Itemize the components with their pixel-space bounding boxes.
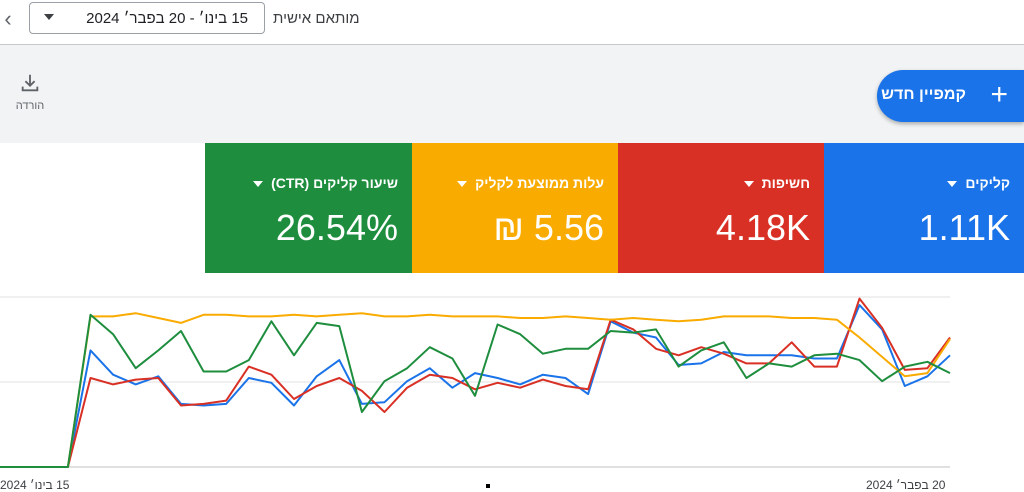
metric-label: שיעור קליקים (CTR) <box>271 175 398 191</box>
metric-cards: שיעור קליקים (CTR) 26.54% עלות ממוצעת לק… <box>205 143 1024 273</box>
date-range-dropdown[interactable]: 15 בינו׳ - 20 בפבר׳ 2024 <box>29 2 265 34</box>
metric-card-ctr[interactable]: שיעור קליקים (CTR) 26.54% <box>205 143 412 273</box>
series-line-0 <box>0 304 951 468</box>
new-campaign-label: קמפיין חדש <box>881 86 966 103</box>
metric-title[interactable]: עלות ממוצעת לקליק <box>457 175 604 191</box>
metric-value: 26.54% <box>275 207 398 248</box>
dropdown-caret-icon <box>947 181 958 188</box>
chevron-left-icon[interactable]: ‹ <box>0 6 16 32</box>
download-label: הורדה <box>15 100 45 112</box>
date-range-label: מותאם אישית <box>273 10 360 27</box>
new-campaign-button[interactable]: + קמפיין חדש <box>877 70 1024 122</box>
cursor-dot <box>486 484 490 488</box>
metric-label: עלות ממוצעת לקליק <box>475 175 604 191</box>
dropdown-caret-icon <box>457 181 468 188</box>
metric-value: 1.11K <box>918 207 1010 248</box>
performance-chart <box>0 296 951 468</box>
metric-card-clicks[interactable]: קליקים 1.11K <box>824 143 1024 273</box>
metric-card-impressions[interactable]: חשיפות 4.18K <box>618 143 824 273</box>
metric-label: קליקים <box>965 175 1010 191</box>
date-range-value: 15 בינו׳ - 20 בפבר׳ 2024 <box>86 10 248 27</box>
dropdown-caret-icon <box>253 181 264 188</box>
dropdown-caret-icon <box>743 181 754 188</box>
caret-down-icon <box>44 14 54 20</box>
download-icon <box>21 74 39 92</box>
download-button[interactable]: הורדה <box>8 72 52 112</box>
metric-value: 5.56 ₪ <box>493 207 604 248</box>
metric-title[interactable]: קליקים <box>947 175 1010 191</box>
metric-value: 4.18K <box>715 207 810 248</box>
series-layer <box>0 297 951 468</box>
top-bar: ‹ 15 בינו׳ - 20 בפבר׳ 2024 מותאם אישית <box>0 0 1024 45</box>
metric-title[interactable]: שיעור קליקים (CTR) <box>253 175 398 191</box>
series-line-3 <box>0 313 951 468</box>
metric-card-avg-cpc[interactable]: עלות ממוצעת לקליק 5.56 ₪ <box>412 143 618 273</box>
toolbar <box>0 45 1024 143</box>
metric-title[interactable]: חשיפות <box>743 175 810 191</box>
plus-icon: + <box>990 78 1008 111</box>
metric-label: חשיפות <box>761 175 810 191</box>
